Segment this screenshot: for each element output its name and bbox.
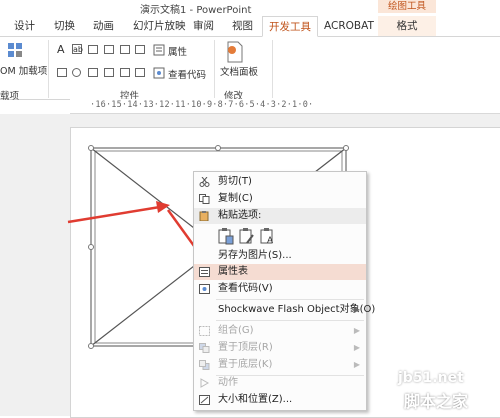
submenu-arrow-icon: ▶	[353, 326, 360, 335]
copy-icon	[199, 194, 210, 204]
action-icon	[200, 378, 210, 388]
menu-separator	[216, 299, 364, 300]
menu-item-label: 另存为图片(S)...	[218, 250, 292, 261]
menu-item-label: 置于底层(K)	[218, 359, 273, 370]
submenu-arrow-icon: ▶	[353, 305, 360, 314]
menu-item-label: 粘贴选项:	[218, 210, 262, 221]
view-code-icon	[199, 284, 210, 294]
paste-text-only-icon[interactable]: A	[260, 227, 276, 245]
menu-item-save-as-picture[interactable]: 另存为图片(S)...	[194, 248, 366, 264]
size-position-icon	[199, 395, 210, 405]
bring-to-front-icon	[199, 343, 210, 353]
scissors-icon	[199, 177, 210, 187]
menu-item-view-code[interactable]: 查看代码(V)	[194, 281, 366, 297]
svg-text:A: A	[267, 235, 273, 245]
menu-item-bring-to-front[interactable]: 置于顶层(R) ▶	[194, 340, 366, 356]
menu-item-label: 组合(G)	[218, 325, 254, 336]
menu-item-action[interactable]: 动作	[194, 375, 366, 391]
menu-separator	[216, 320, 364, 321]
submenu-arrow-icon: ▶	[353, 343, 360, 352]
menu-item-group[interactable]: 组合(G) ▶	[194, 323, 366, 339]
menu-item-label: 置于顶层(R)	[218, 342, 273, 353]
menu-item-size-and-position[interactable]: 大小和位置(Z)...	[194, 392, 366, 408]
paste-icon	[199, 211, 209, 221]
send-to-back-icon	[199, 360, 210, 370]
menu-item-label: 剪切(T)	[218, 176, 252, 187]
watermark-brand: 脚本之家	[404, 392, 469, 411]
watermark-site: jb51.net	[398, 370, 464, 386]
properties-icon	[199, 267, 210, 277]
menu-item-send-to-back[interactable]: 置于底层(K) ▶	[194, 357, 366, 373]
menu-item-label: 属性表	[218, 266, 248, 277]
submenu-arrow-icon: ▶	[353, 360, 360, 369]
context-menu: 剪切(T) 复制(C) 粘贴选项: A 另存为图片(S)... 属性表 查看代码…	[193, 171, 375, 411]
menu-item-copy[interactable]: 复制(C)	[194, 191, 366, 207]
menu-item-label: 大小和位置(Z)...	[218, 394, 293, 405]
menu-item-label: Shockwave Flash Object对象(O)	[218, 304, 376, 315]
menu-item-label: 查看代码(V)	[218, 283, 273, 294]
paste-use-destination-theme-icon[interactable]	[218, 227, 234, 245]
paste-keep-formatting-icon[interactable]	[239, 227, 255, 245]
menu-item-flash-object[interactable]: Shockwave Flash Object对象(O) ▶	[194, 302, 375, 318]
menu-item-cut[interactable]: 剪切(T)	[194, 174, 366, 190]
menu-item-label: 复制(C)	[218, 193, 253, 204]
menu-item-label: 动作	[218, 377, 238, 388]
menu-item-paste-options: 粘贴选项:	[194, 208, 366, 224]
group-icon	[199, 326, 210, 336]
menu-item-property-sheet[interactable]: 属性表	[194, 264, 366, 280]
